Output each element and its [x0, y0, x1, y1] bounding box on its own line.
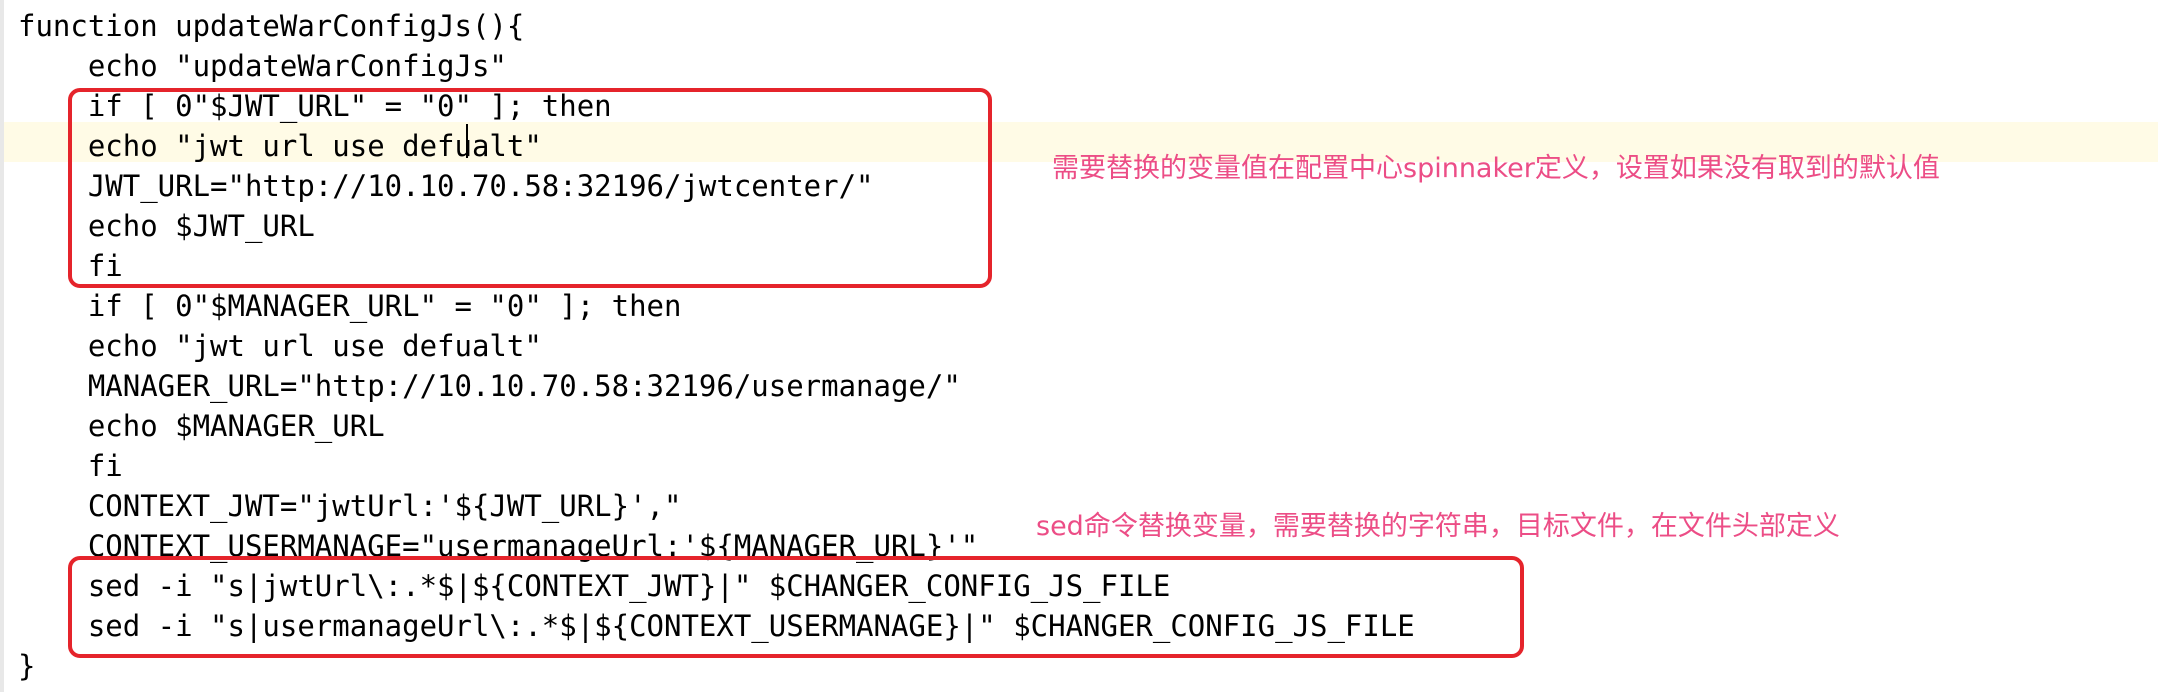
- code-editor[interactable]: function updateWarConfigJs(){ echo "upda…: [0, 0, 2158, 692]
- annotation-note-sed-commands: sed命令替换变量，需要替换的字符串，目标文件，在文件头部定义: [1036, 511, 1840, 542]
- code-line: echo "jwt url use defualt": [18, 329, 542, 363]
- annotation-box-sed-commands: [68, 556, 1524, 658]
- code-line: if [ 0"$MANAGER_URL" = "0" ]; then: [18, 289, 682, 323]
- editor-gutter: [0, 0, 4, 692]
- code-line: MANAGER_URL="http://10.10.70.58:32196/us…: [18, 369, 961, 403]
- code-line: function updateWarConfigJs(){: [18, 9, 525, 43]
- code-line: fi: [18, 449, 123, 483]
- annotation-box-default-values: [68, 88, 992, 288]
- code-line: echo "updateWarConfigJs": [18, 49, 507, 83]
- code-line: echo $MANAGER_URL: [18, 409, 385, 443]
- annotation-note-default-values: 需要替换的变量值在配置中心spinnaker定义，设置如果没有取到的默认值: [1052, 153, 1940, 184]
